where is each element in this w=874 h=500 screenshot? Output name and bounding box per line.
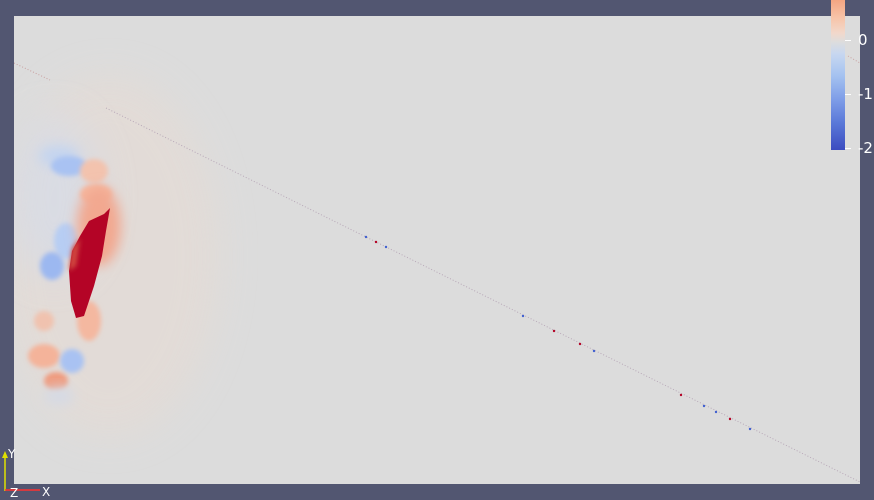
- color-legend-label-0: 0: [858, 31, 868, 49]
- color-legend-label-minus-1: -1: [858, 85, 873, 103]
- orientation-axes: Y Z X: [0, 446, 60, 499]
- color-legend: [831, 0, 851, 150]
- color-legend-tick: [845, 94, 851, 95]
- render-viewport[interactable]: [14, 16, 860, 484]
- color-legend-tick: [845, 148, 851, 149]
- color-legend-label-minus-2: -2: [858, 139, 873, 157]
- trajectory-markers: [364, 235, 752, 431]
- scene-canvas: [14, 55, 860, 483]
- color-legend-gradient: [831, 0, 845, 150]
- axis-label-y: Y: [8, 447, 16, 461]
- axis-label-z: Z: [10, 486, 19, 500]
- color-legend-tick: [845, 40, 851, 41]
- axis-label-x: X: [42, 485, 51, 499]
